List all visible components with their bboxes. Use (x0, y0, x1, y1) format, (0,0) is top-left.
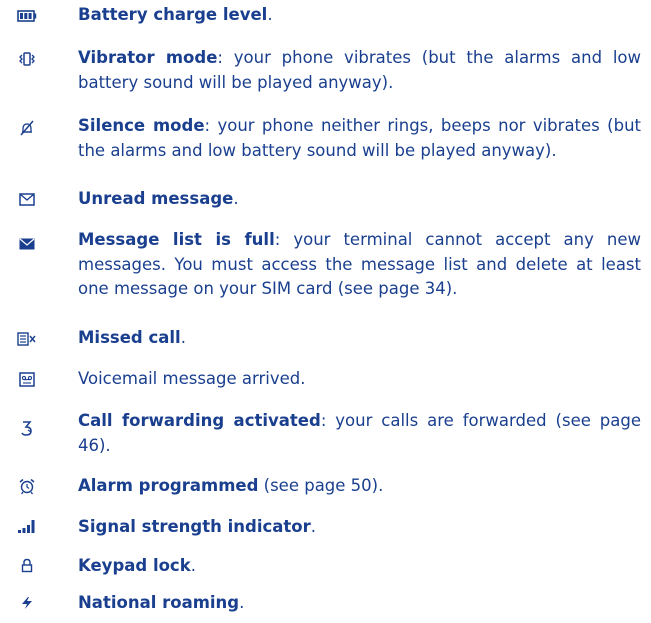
item-description: Vibrator mode: your phone vibrates (but … (78, 46, 641, 95)
alarm-icon (14, 476, 40, 496)
item-description: Call forwarding activated: your calls ar… (78, 409, 641, 458)
item-description: Alarm programmed (see page 50). (78, 474, 641, 499)
item-description: Voicemail message arrived. (78, 367, 641, 392)
item-text: (see page 50). (258, 476, 384, 495)
signal-icon (14, 516, 40, 536)
item-description: Silence mode: your phone neither rings, … (78, 114, 641, 163)
item-description: Keypad lock. (78, 554, 641, 579)
item-text: . (180, 328, 186, 347)
item-text: . (190, 556, 196, 575)
item-description: Unread message. (78, 187, 641, 212)
item-title: Vibrator mode (78, 48, 218, 67)
item-title: Unread message (78, 189, 234, 208)
item-title: Battery charge level (78, 5, 268, 24)
item-title: Message list is full (78, 230, 275, 249)
item-description: Signal strength indicator. (78, 515, 641, 540)
item-title: National roaming (78, 593, 240, 612)
item-text: . (310, 517, 316, 536)
battery-icon (14, 6, 40, 26)
call-forward-icon (14, 418, 40, 438)
item-title: Missed call (78, 328, 181, 347)
vibrate-icon (14, 49, 40, 69)
envelope-open-icon (14, 189, 40, 209)
voicemail-icon (14, 369, 40, 389)
item-text: . (267, 5, 273, 24)
item-text: Voicemail message arrived. (78, 369, 306, 388)
item-title: Call forwarding activated (78, 411, 321, 430)
silence-icon (14, 118, 40, 138)
roaming-icon (14, 593, 40, 613)
item-title: Signal strength indicator (78, 517, 311, 536)
item-description: Missed call. (78, 326, 641, 351)
item-title: Alarm programmed (78, 476, 259, 495)
envelope-full-icon (14, 234, 40, 254)
item-description: National roaming. (78, 591, 641, 616)
item-title: Keypad lock (78, 556, 191, 575)
item-description: Battery charge level. (78, 3, 641, 28)
item-text: . (233, 189, 239, 208)
lock-icon (14, 555, 40, 575)
item-text: . (239, 593, 245, 612)
item-title: Silence mode (78, 116, 205, 135)
missed-call-icon (14, 329, 40, 349)
item-description: Message list is full: your terminal cann… (78, 228, 641, 302)
